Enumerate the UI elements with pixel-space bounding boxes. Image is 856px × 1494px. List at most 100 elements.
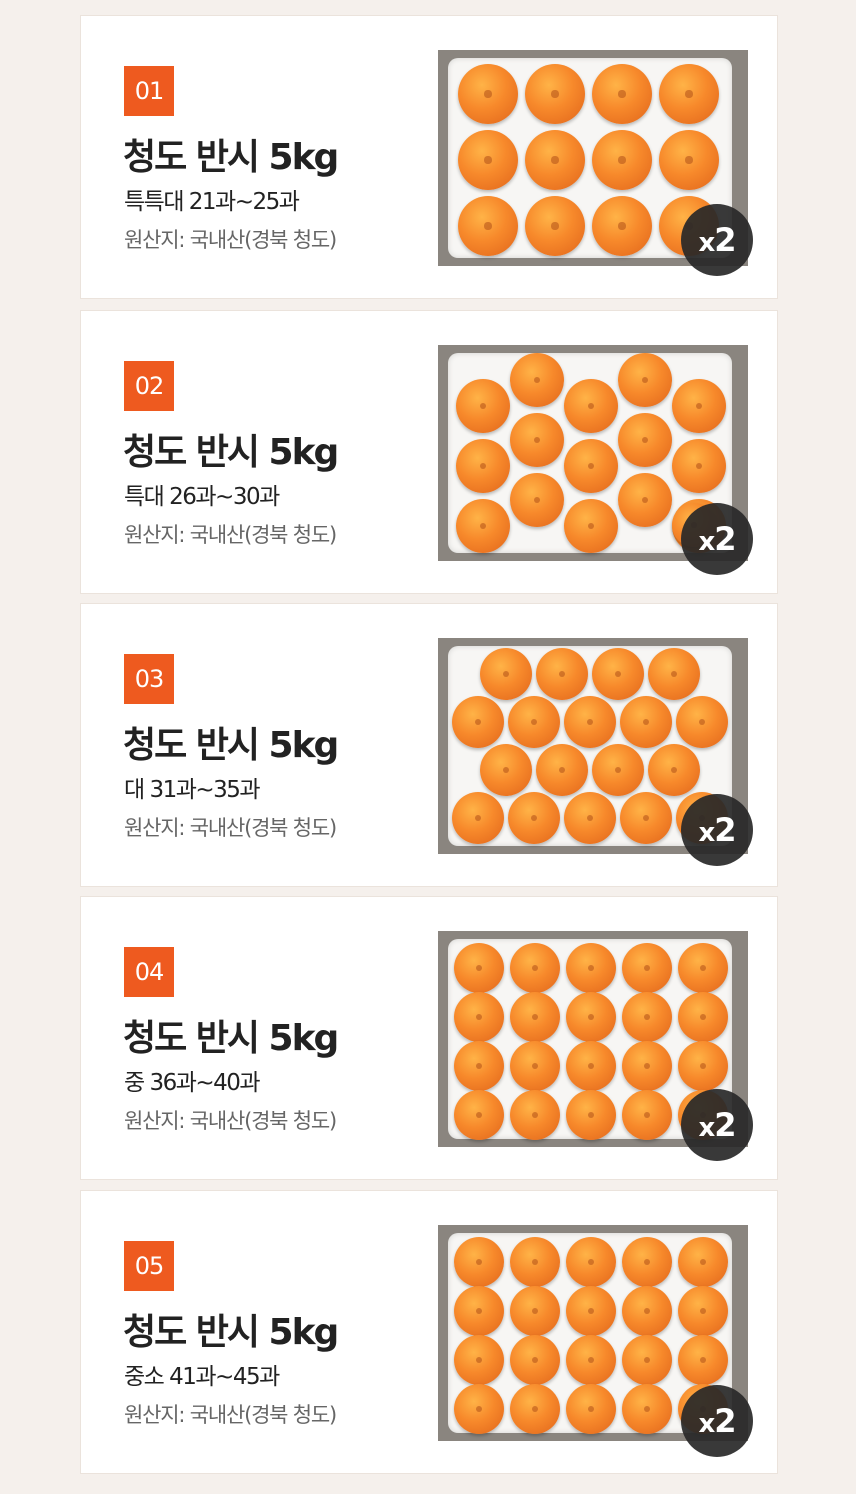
product-card-01: 01 청도 반시 5kg 특특대 21과~25과 원산지: 국내산(경북 청도)… [80,15,778,299]
persimmon-fruit [508,792,560,844]
persimmon-fruit [566,1041,616,1091]
product-number-badge: 03 [124,654,174,704]
persimmon-fruit [672,439,726,493]
quantity-badge: x2 [681,794,753,866]
persimmon-fruit [678,1041,728,1091]
persimmon-fruit [454,1384,504,1434]
persimmon-fruit [452,696,504,748]
persimmon-fruit [454,1286,504,1336]
persimmon-fruit [480,648,532,700]
persimmon-fruit [458,130,518,190]
product-title: 청도 반시 5kg [123,1312,339,1353]
persimmon-fruit [458,64,518,124]
persimmon-fruit [564,439,618,493]
persimmon-fruit [566,1286,616,1336]
product-number-badge: 02 [124,361,174,411]
product-grade: 중소 41과~45과 [124,1364,280,1390]
quantity-badge: x2 [681,1089,753,1161]
persimmon-fruit [659,130,719,190]
product-card-04: 04 청도 반시 5kg 중 36과~40과 원산지: 국내산(경북 청도) x… [80,896,778,1180]
product-title: 청도 반시 5kg [123,432,339,473]
persimmon-fruit [480,744,532,796]
persimmon-fruit [592,744,644,796]
persimmon-fruit [510,1335,560,1385]
persimmon-fruit [622,1041,672,1091]
persimmon-fruit [678,992,728,1042]
persimmon-fruit [566,943,616,993]
persimmon-fruit [566,1335,616,1385]
quantity-badge: x2 [681,1385,753,1457]
persimmon-fruit [566,1384,616,1434]
product-grade: 대 31과~35과 [124,777,261,803]
persimmon-fruit [622,1335,672,1385]
product-card-03: 03 청도 반시 5kg 대 31과~35과 원산지: 국내산(경북 청도) x… [80,603,778,887]
persimmon-fruit [454,992,504,1042]
persimmon-fruit [678,1286,728,1336]
persimmon-fruit [536,744,588,796]
persimmon-fruit [508,696,560,748]
persimmon-fruit [454,1237,504,1287]
persimmon-fruit [678,1335,728,1385]
persimmon-fruit [618,473,672,527]
product-grade: 중 36과~40과 [124,1070,261,1096]
persimmon-fruit [618,413,672,467]
product-origin: 원산지: 국내산(경북 청도) [124,228,337,252]
persimmon-fruit [620,792,672,844]
persimmon-fruit [622,1237,672,1287]
persimmon-fruit [592,648,644,700]
persimmon-fruit [456,499,510,553]
persimmon-fruit [452,792,504,844]
product-origin: 원산지: 국내산(경북 청도) [124,1403,337,1427]
persimmon-fruit [672,379,726,433]
persimmon-fruit [592,196,652,256]
persimmon-fruit [564,696,616,748]
persimmon-fruit [510,943,560,993]
persimmon-fruit [454,1335,504,1385]
persimmon-fruit [525,130,585,190]
persimmon-fruit [510,1286,560,1336]
persimmon-fruit [454,943,504,993]
product-title: 청도 반시 5kg [123,725,339,766]
product-origin: 원산지: 국내산(경북 청도) [124,523,337,547]
persimmon-fruit [458,196,518,256]
persimmon-fruit [592,130,652,190]
persimmon-fruit [564,499,618,553]
persimmon-fruit [510,413,564,467]
persimmon-fruit [648,744,700,796]
persimmon-fruit [676,696,728,748]
persimmon-fruit [622,992,672,1042]
persimmon-fruit [510,1237,560,1287]
product-title: 청도 반시 5kg [123,137,339,178]
product-number-badge: 05 [124,1241,174,1291]
persimmon-fruit [454,1041,504,1091]
product-origin: 원산지: 국내산(경북 청도) [124,816,337,840]
persimmon-fruit [622,1384,672,1434]
persimmon-fruit [510,1090,560,1140]
persimmon-fruit [525,196,585,256]
persimmon-fruit [510,1384,560,1434]
persimmon-fruit [620,696,672,748]
persimmon-fruit [592,64,652,124]
persimmon-fruit [564,379,618,433]
product-grade: 특대 26과~30과 [124,484,280,510]
persimmon-fruit [678,1237,728,1287]
persimmon-fruit [536,648,588,700]
product-number-badge: 01 [124,66,174,116]
product-card-05: 05 청도 반시 5kg 중소 41과~45과 원산지: 국내산(경북 청도) … [80,1190,778,1474]
product-grade: 특특대 21과~25과 [124,189,300,215]
persimmon-fruit [510,353,564,407]
persimmon-fruit [566,1090,616,1140]
persimmon-fruit [510,473,564,527]
persimmon-fruit [618,353,672,407]
persimmon-fruit [456,439,510,493]
persimmon-fruit [622,1286,672,1336]
product-origin: 원산지: 국내산(경북 청도) [124,1109,337,1133]
persimmon-fruit [622,943,672,993]
persimmon-fruit [510,992,560,1042]
persimmon-fruit [566,992,616,1042]
product-card-02: 02 청도 반시 5kg 특대 26과~30과 원산지: 국내산(경북 청도) … [80,310,778,594]
quantity-badge: x2 [681,204,753,276]
persimmon-fruit [510,1041,560,1091]
quantity-badge: x2 [681,503,753,575]
persimmon-fruit [454,1090,504,1140]
